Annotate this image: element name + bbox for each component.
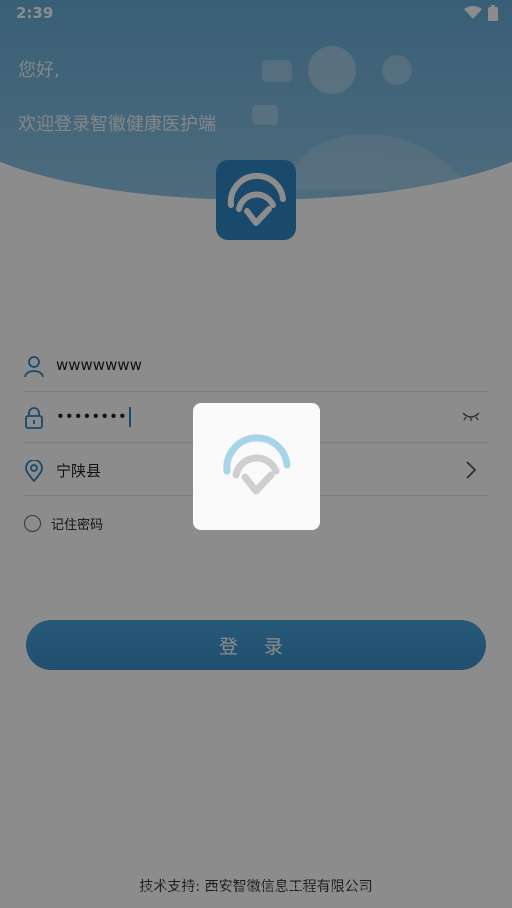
- loading-dialog: [193, 403, 320, 530]
- loading-spinner-icon: [222, 433, 290, 494]
- loading-overlay: [0, 0, 512, 908]
